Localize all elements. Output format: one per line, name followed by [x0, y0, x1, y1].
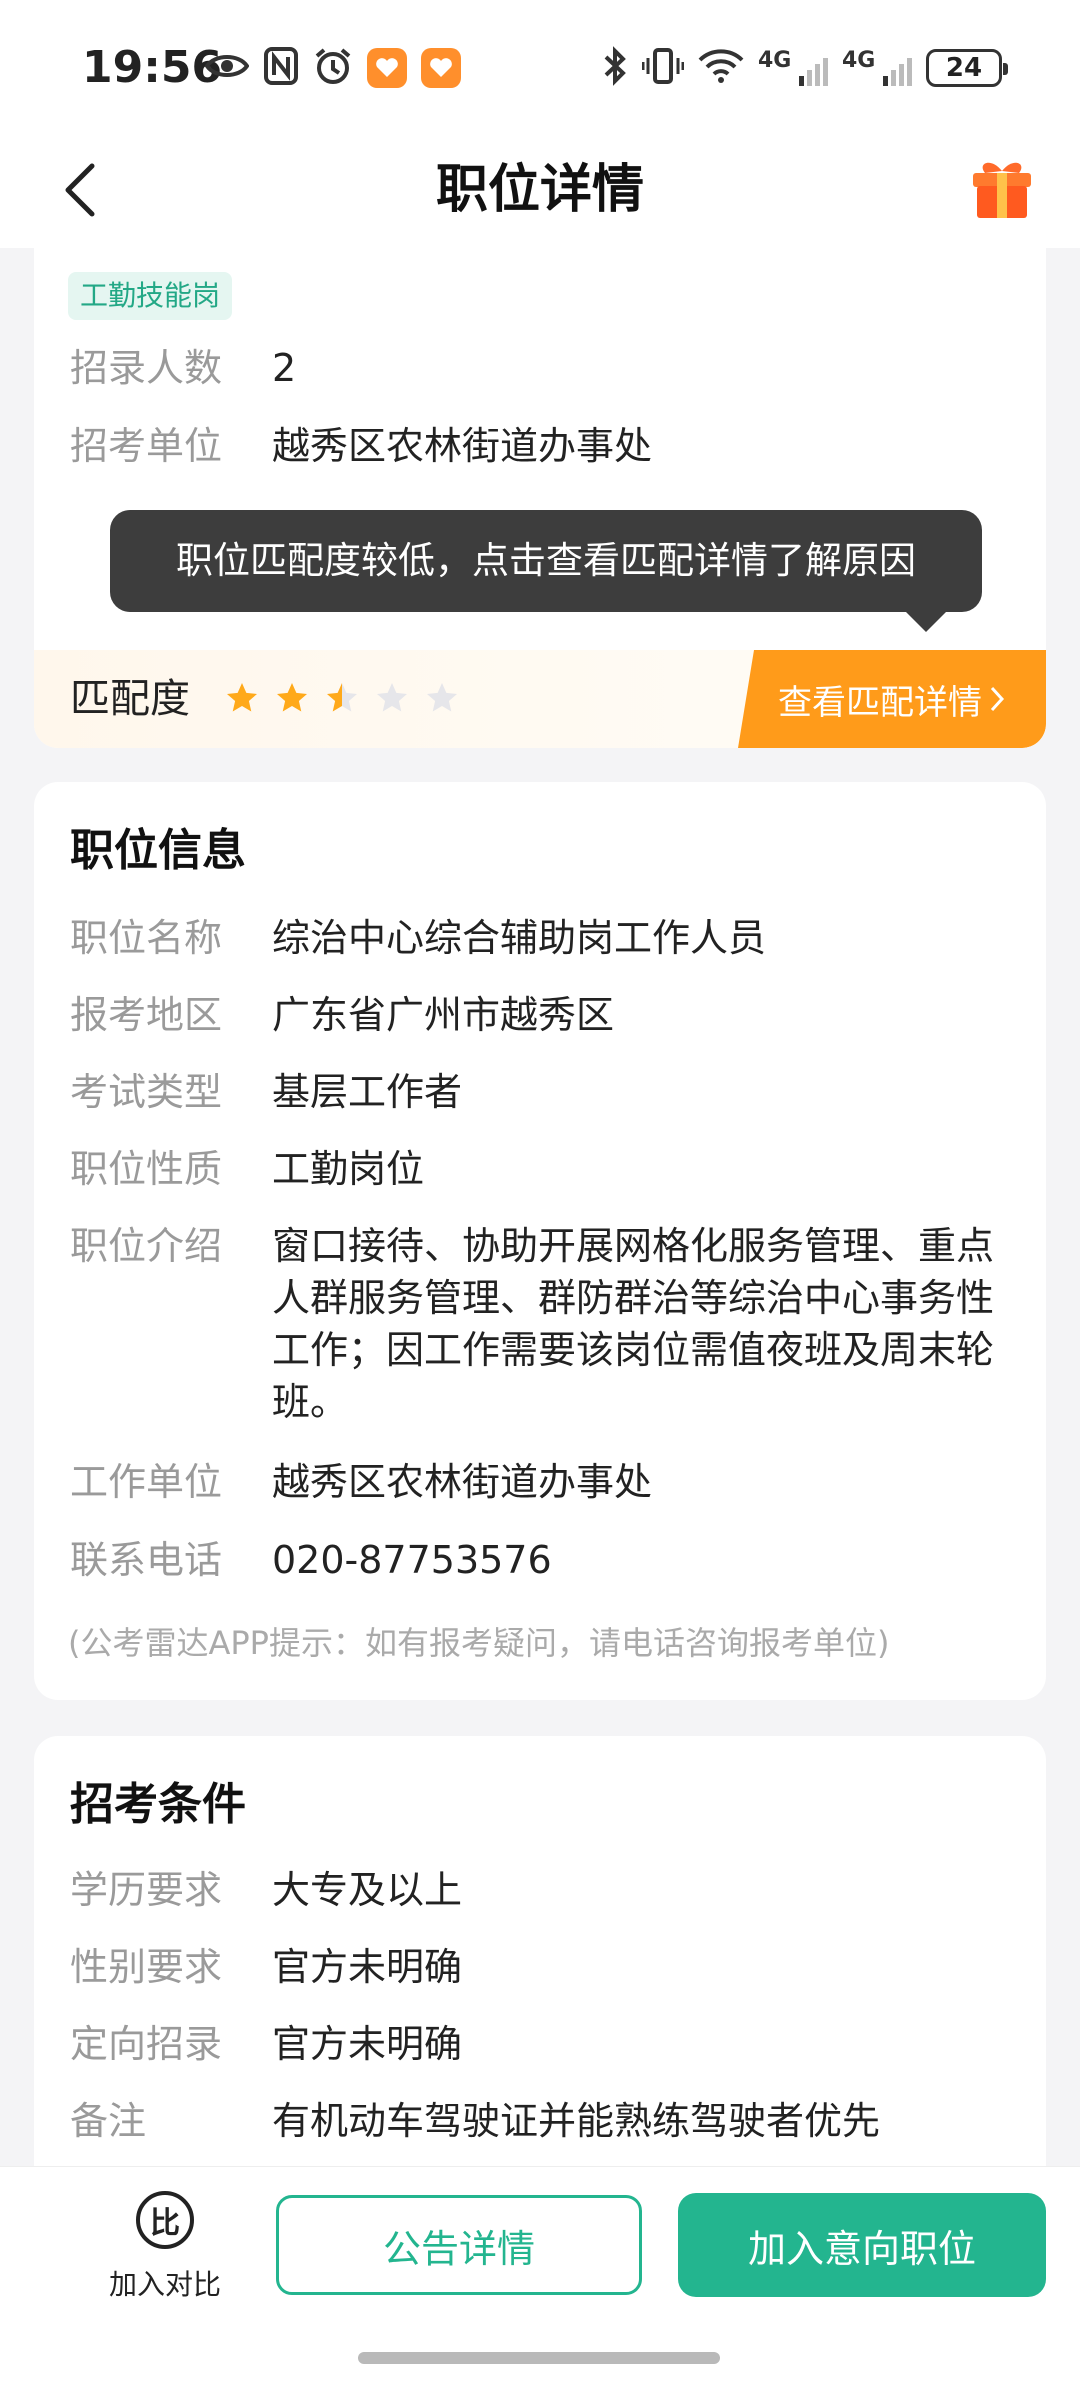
star-full-icon [277, 683, 307, 712]
row-value: 综治中心综合辅助岗工作人员 [272, 916, 767, 960]
alarm-icon [313, 46, 353, 90]
row-label: 考试类型 [70, 1070, 223, 1114]
info-row-gender: 性别要求 官方未明确 [70, 1941, 1010, 1993]
vibrate-icon [641, 46, 685, 90]
star-half-icon [327, 683, 357, 712]
notice-details-button[interactable]: 公告详情 [276, 2195, 642, 2295]
row-value: 广东省广州市越秀区 [272, 993, 615, 1037]
row-value: 官方未明确 [272, 1945, 463, 1989]
info-row-position-nature: 职位性质 工勤岗位 [70, 1143, 1010, 1195]
cellular-signal-icon: 4G [842, 48, 912, 88]
view-match-details-label: 查看匹配详情 [778, 682, 982, 723]
info-row-targeted: 定向招录 官方未明确 [70, 2018, 1010, 2070]
row-label: 性别要求 [70, 1945, 223, 1989]
info-row-phone: 联系电话 020-87753576 [70, 1534, 1010, 1586]
app-notification-icon [367, 48, 407, 88]
compare-icon: 比 [136, 2191, 194, 2249]
cellular-signal-icon: 4G [758, 48, 828, 88]
match-tooltip[interactable]: 职位匹配度较低，点击查看匹配详情了解原因 [110, 510, 982, 632]
row-value: 窗口接待、协助开展网格化服务管理、重点人群服务管理、群防群治等综治中心事务性工作… [272, 1224, 995, 1424]
info-row-position-name: 职位名称 综治中心综合辅助岗工作人员 [70, 912, 1010, 964]
row-label: 备注 [70, 2099, 147, 2143]
row-label: 职位介绍 [70, 1224, 223, 1268]
section-title: 职位信息 [70, 825, 246, 876]
match-label: 匹配度 [70, 676, 190, 722]
position-type-tag: 工勤技能岗 [68, 272, 233, 320]
add-intent-position-button[interactable]: 加入意向职位 [678, 2193, 1046, 2297]
page-title: 职位详情 [435, 160, 644, 220]
row-value: 2 [272, 346, 297, 390]
row-label: 定向招录 [70, 2022, 223, 2066]
status-bar: 19:56 4G 4G 24 [0, 0, 1080, 130]
info-row-education: 学历要求 大专及以上 [70, 1864, 1010, 1916]
match-bar: 匹配度 查看匹配详情 [34, 650, 1046, 748]
info-row-recruit-count: 招录人数 2 [70, 342, 1010, 394]
add-compare-label: 加入对比 [108, 2268, 221, 2301]
status-right-icons: 4G 4G 24 [602, 46, 1008, 90]
row-label: 招录人数 [70, 346, 223, 390]
info-row-exam-type: 考试类型 基层工作者 [70, 1066, 1010, 1118]
section-title: 招考条件 [70, 1779, 246, 1830]
row-label: 学历要求 [70, 1868, 223, 1912]
info-row-work-unit: 工作单位 越秀区农林街道办事处 [70, 1456, 1010, 1508]
row-label: 报考地区 [70, 993, 223, 1037]
page-header: 职位详情 [0, 130, 1080, 248]
star-empty-icon [427, 683, 457, 712]
add-compare-button[interactable]: 比 加入对比 [90, 2191, 240, 2331]
row-label: 联系电话 [70, 1538, 223, 1582]
row-value: 越秀区农林街道办事处 [272, 1460, 653, 1504]
eye-icon [204, 51, 250, 85]
status-left-icons [204, 46, 461, 90]
app-notification-icon [421, 48, 461, 88]
status-time: 19:56 [82, 42, 223, 93]
row-label: 职位性质 [70, 1147, 223, 1191]
chevron-right-icon [990, 686, 1005, 712]
row-value: 基层工作者 [272, 1070, 463, 1114]
row-label: 职位名称 [70, 916, 223, 960]
star-empty-icon [377, 683, 407, 712]
row-value: 越秀区农林街道办事处 [272, 424, 653, 468]
row-value: 官方未明确 [272, 2022, 463, 2066]
view-match-details-button[interactable]: 查看匹配详情 [738, 650, 1046, 748]
row-value: 大专及以上 [272, 1868, 463, 1912]
position-info-card: 职位信息 职位名称 综治中心综合辅助岗工作人员 报考地区 广东省广州市越秀区 考… [34, 782, 1046, 1700]
nfc-icon [263, 46, 299, 90]
wifi-icon [698, 48, 744, 88]
row-value: 工勤岗位 [272, 1147, 425, 1191]
phone-number[interactable]: 020-87753576 [272, 1534, 1010, 1586]
bluetooth-icon [602, 46, 628, 90]
gift-button[interactable] [960, 146, 1044, 230]
battery-icon: 24 [926, 49, 1008, 87]
home-indicator[interactable] [358, 2352, 720, 2364]
row-label: 招考单位 [70, 424, 223, 468]
row-value: 有机动车驾驶证并能熟练驾驶者优先 [272, 2099, 881, 2143]
match-rating [224, 680, 460, 716]
app-hint-text: (公考雷达APP提示：如有报考疑问，请电话咨询报考单位) [68, 1624, 890, 1662]
info-row-position-intro: 职位介绍 窗口接待、协助开展网格化服务管理、重点人群服务管理、群防群治等综治中心… [70, 1220, 1010, 1428]
info-row-recruiting-unit: 招考单位 越秀区农林街道办事处 [70, 420, 1010, 472]
info-row-region: 报考地区 广东省广州市越秀区 [70, 989, 1010, 1041]
star-full-icon [227, 683, 257, 712]
gift-icon [973, 162, 1031, 218]
info-row-remarks: 备注 有机动车驾驶证并能熟练驾驶者优先 [70, 2095, 1010, 2147]
row-label: 工作单位 [70, 1460, 223, 1504]
